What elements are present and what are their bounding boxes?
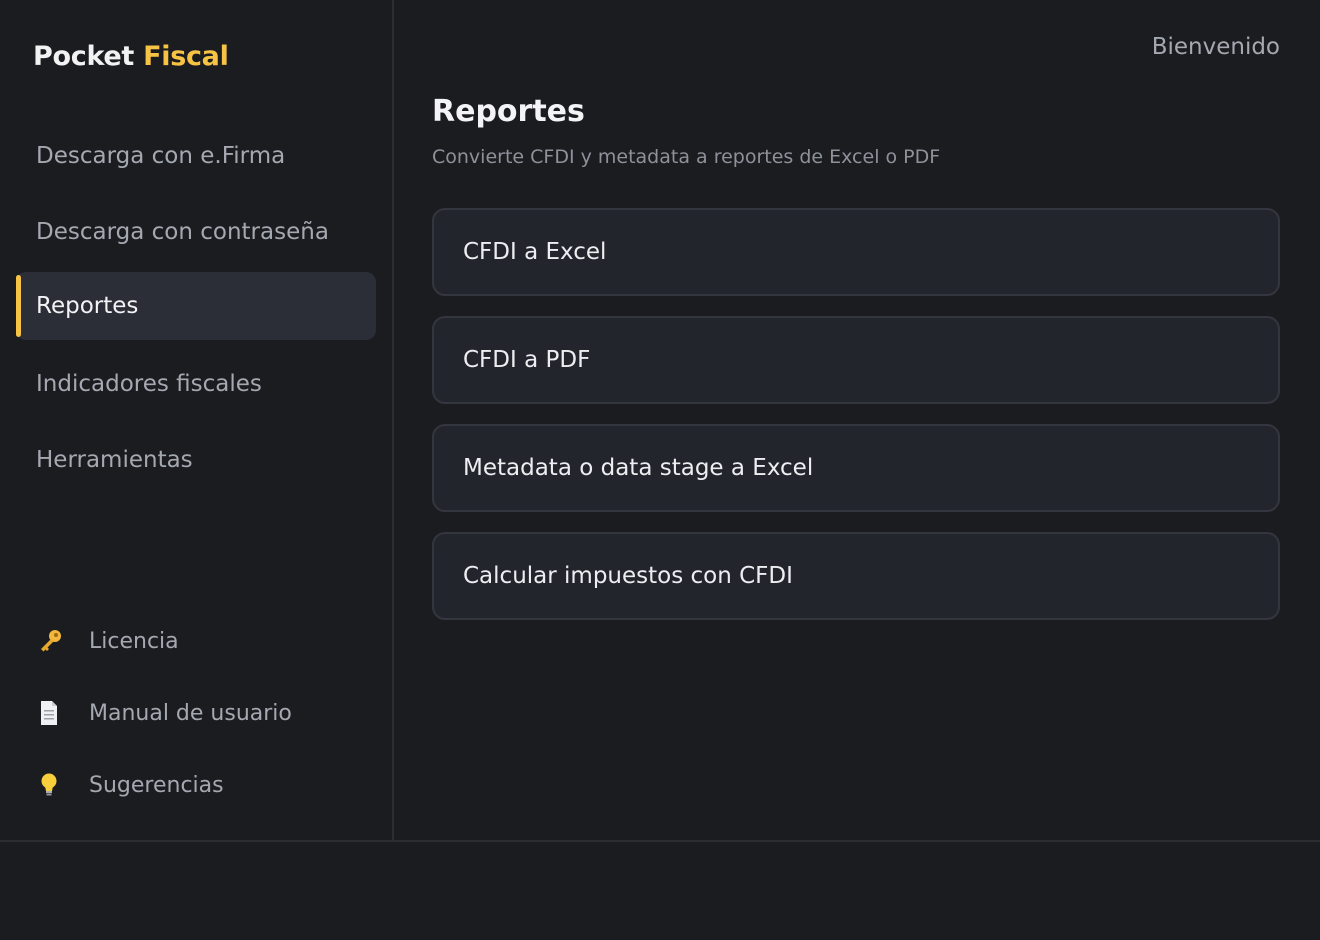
sidebar-footer-licencia[interactable]: Licencia	[36, 621, 179, 661]
sidebar-item-label: Herramientas	[36, 447, 193, 473]
report-card-cfdi-excel[interactable]: CFDI a Excel	[432, 208, 1280, 296]
sidebar-footer-label: Licencia	[89, 628, 179, 654]
sidebar-item-label: Reportes	[36, 293, 139, 319]
sidebar-footer-sugerencias[interactable]: Sugerencias	[36, 765, 224, 805]
document-icon	[36, 699, 70, 727]
sidebar: Pocket Fiscal Descarga con e.Firma Desca…	[0, 0, 394, 840]
sidebar-item-label: Descarga con contraseña	[36, 219, 329, 245]
sidebar-footer-label: Manual de usuario	[89, 700, 292, 726]
sidebar-item-descarga-efirma[interactable]: Descarga con e.Firma	[16, 122, 376, 190]
sidebar-item-descarga-contrasena[interactable]: Descarga con contraseña	[16, 198, 376, 266]
page-subtitle: Convierte CFDI y metadata a reportes de …	[432, 146, 941, 168]
sidebar-item-label: Indicadores fiscales	[36, 371, 262, 397]
key-icon	[36, 627, 70, 655]
sidebar-footer-label: Sugerencias	[89, 772, 224, 798]
bottom-bar	[0, 840, 1320, 940]
sidebar-item-reportes[interactable]: Reportes	[16, 272, 376, 340]
main-content: Bienvenido Reportes Convierte CFDI y met…	[394, 0, 1320, 840]
report-card-calcular-impuestos[interactable]: Calcular impuestos con CFDI	[432, 532, 1280, 620]
report-card-label: Calcular impuestos con CFDI	[463, 563, 793, 589]
app-logo: Pocket Fiscal	[33, 41, 229, 72]
report-card-metadata-excel[interactable]: Metadata o data stage a Excel	[432, 424, 1280, 512]
app-window: Pocket Fiscal Descarga con e.Firma Desca…	[0, 0, 1320, 840]
page-title: Reportes	[432, 94, 585, 129]
brand-primary: Pocket	[33, 41, 134, 72]
report-card-label: CFDI a PDF	[463, 347, 591, 373]
welcome-text: Bienvenido	[1151, 34, 1280, 60]
brand-accent: Fiscal	[143, 41, 229, 72]
report-card-label: CFDI a Excel	[463, 239, 607, 265]
sidebar-item-herramientas[interactable]: Herramientas	[16, 426, 376, 494]
sidebar-item-indicadores-fiscales[interactable]: Indicadores fiscales	[16, 350, 376, 418]
sidebar-footer-manual[interactable]: Manual de usuario	[36, 693, 292, 733]
sidebar-item-label: Descarga con e.Firma	[36, 143, 286, 169]
report-card-label: Metadata o data stage a Excel	[463, 455, 814, 481]
lightbulb-icon	[36, 771, 70, 799]
report-card-cfdi-pdf[interactable]: CFDI a PDF	[432, 316, 1280, 404]
